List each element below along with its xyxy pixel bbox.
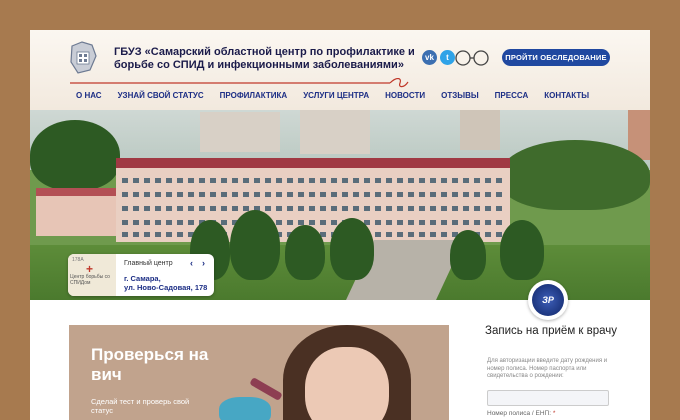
nav-item-press[interactable]: ПРЕССА: [495, 91, 529, 100]
appointment-description: Для авторизации введите дату рождения и …: [487, 358, 608, 379]
vk-icon[interactable]: vk: [422, 50, 437, 65]
nav-item-about[interactable]: О НАС: [76, 91, 102, 100]
trees: [330, 218, 374, 280]
site-header: ГБУЗ «Самарский областной центр по профи…: [30, 30, 650, 110]
policy-number-label: Номер полиса / ЕНП: *: [487, 410, 555, 417]
badge-logo[interactable]: ЗР: [528, 280, 568, 320]
trees: [500, 140, 650, 210]
address-line-1: г. Самара,: [124, 274, 161, 283]
trees: [500, 220, 544, 280]
take-exam-button[interactable]: ПРОЙТИ ОБСЛЕДОВАНИЕ: [502, 49, 610, 66]
background-building: [200, 112, 280, 152]
organization-title: ГБУЗ «Самарский областной центр по профи…: [114, 46, 415, 71]
address-line-2: ул. Ново-Садовая, 178: [124, 283, 208, 292]
promo-subtitle: Сделай тест и проверь свой статус: [91, 397, 190, 415]
red-ribbon-line: [70, 78, 409, 88]
policy-number-label-text: Номер полиса / ЕНП:: [487, 410, 552, 417]
nav-item-reviews[interactable]: ОТЗЫВЫ: [441, 91, 479, 100]
location-heading: Главный центр: [124, 260, 173, 267]
background-building: [460, 110, 500, 150]
accessibility-glasses-icon[interactable]: [450, 48, 496, 68]
map-thumbnail[interactable]: 178А + Центр борьбы со СПИДом: [68, 254, 116, 296]
nav-item-prevention[interactable]: ПРОФИЛАКТИКА: [220, 91, 288, 100]
promo-title: Проверься на вич: [91, 345, 209, 384]
chevron-left-icon[interactable]: ‹: [190, 258, 193, 268]
background-building: [300, 110, 370, 154]
nav-item-news[interactable]: НОВОСТИ: [385, 91, 425, 100]
location-card[interactable]: 178А + Центр борьбы со СПИДом Главный це…: [68, 254, 214, 296]
required-mark: *: [552, 410, 556, 417]
badge-text: ЗР: [532, 284, 564, 316]
side-building: [36, 188, 116, 236]
appointment-title: Запись на приём к врачу: [485, 325, 618, 337]
nav-item-contacts[interactable]: КОНТАКТЫ: [544, 91, 589, 100]
trees: [450, 230, 486, 280]
trees: [30, 120, 120, 190]
main-nav: О НАС УЗНАЙ СВОЙ СТАТУС ПРОФИЛАКТИКА УСЛ…: [76, 91, 605, 100]
hero-photo: 178А + Центр борьбы со СПИДом Главный це…: [30, 110, 650, 300]
logo-icon[interactable]: [68, 40, 98, 76]
trees: [230, 210, 280, 280]
nav-item-status[interactable]: УЗНАЙ СВОЙ СТАТУС: [118, 91, 204, 100]
trees: [285, 225, 325, 280]
glove: [219, 397, 271, 420]
map-street-label: 178А: [72, 257, 84, 263]
promo-banner[interactable]: Проверься на вич Сделай тест и проверь с…: [69, 325, 449, 420]
chevron-right-icon[interactable]: ›: [202, 258, 205, 268]
passport-number-input[interactable]: [487, 390, 609, 406]
promo-photo-face: [305, 347, 389, 420]
page: ГБУЗ «Самарский областной центр по профи…: [30, 30, 650, 420]
nav-item-services[interactable]: УСЛУГИ ЦЕНТРА: [303, 91, 369, 100]
map-pin-label: Центр борьбы со СПИДом: [70, 274, 110, 286]
